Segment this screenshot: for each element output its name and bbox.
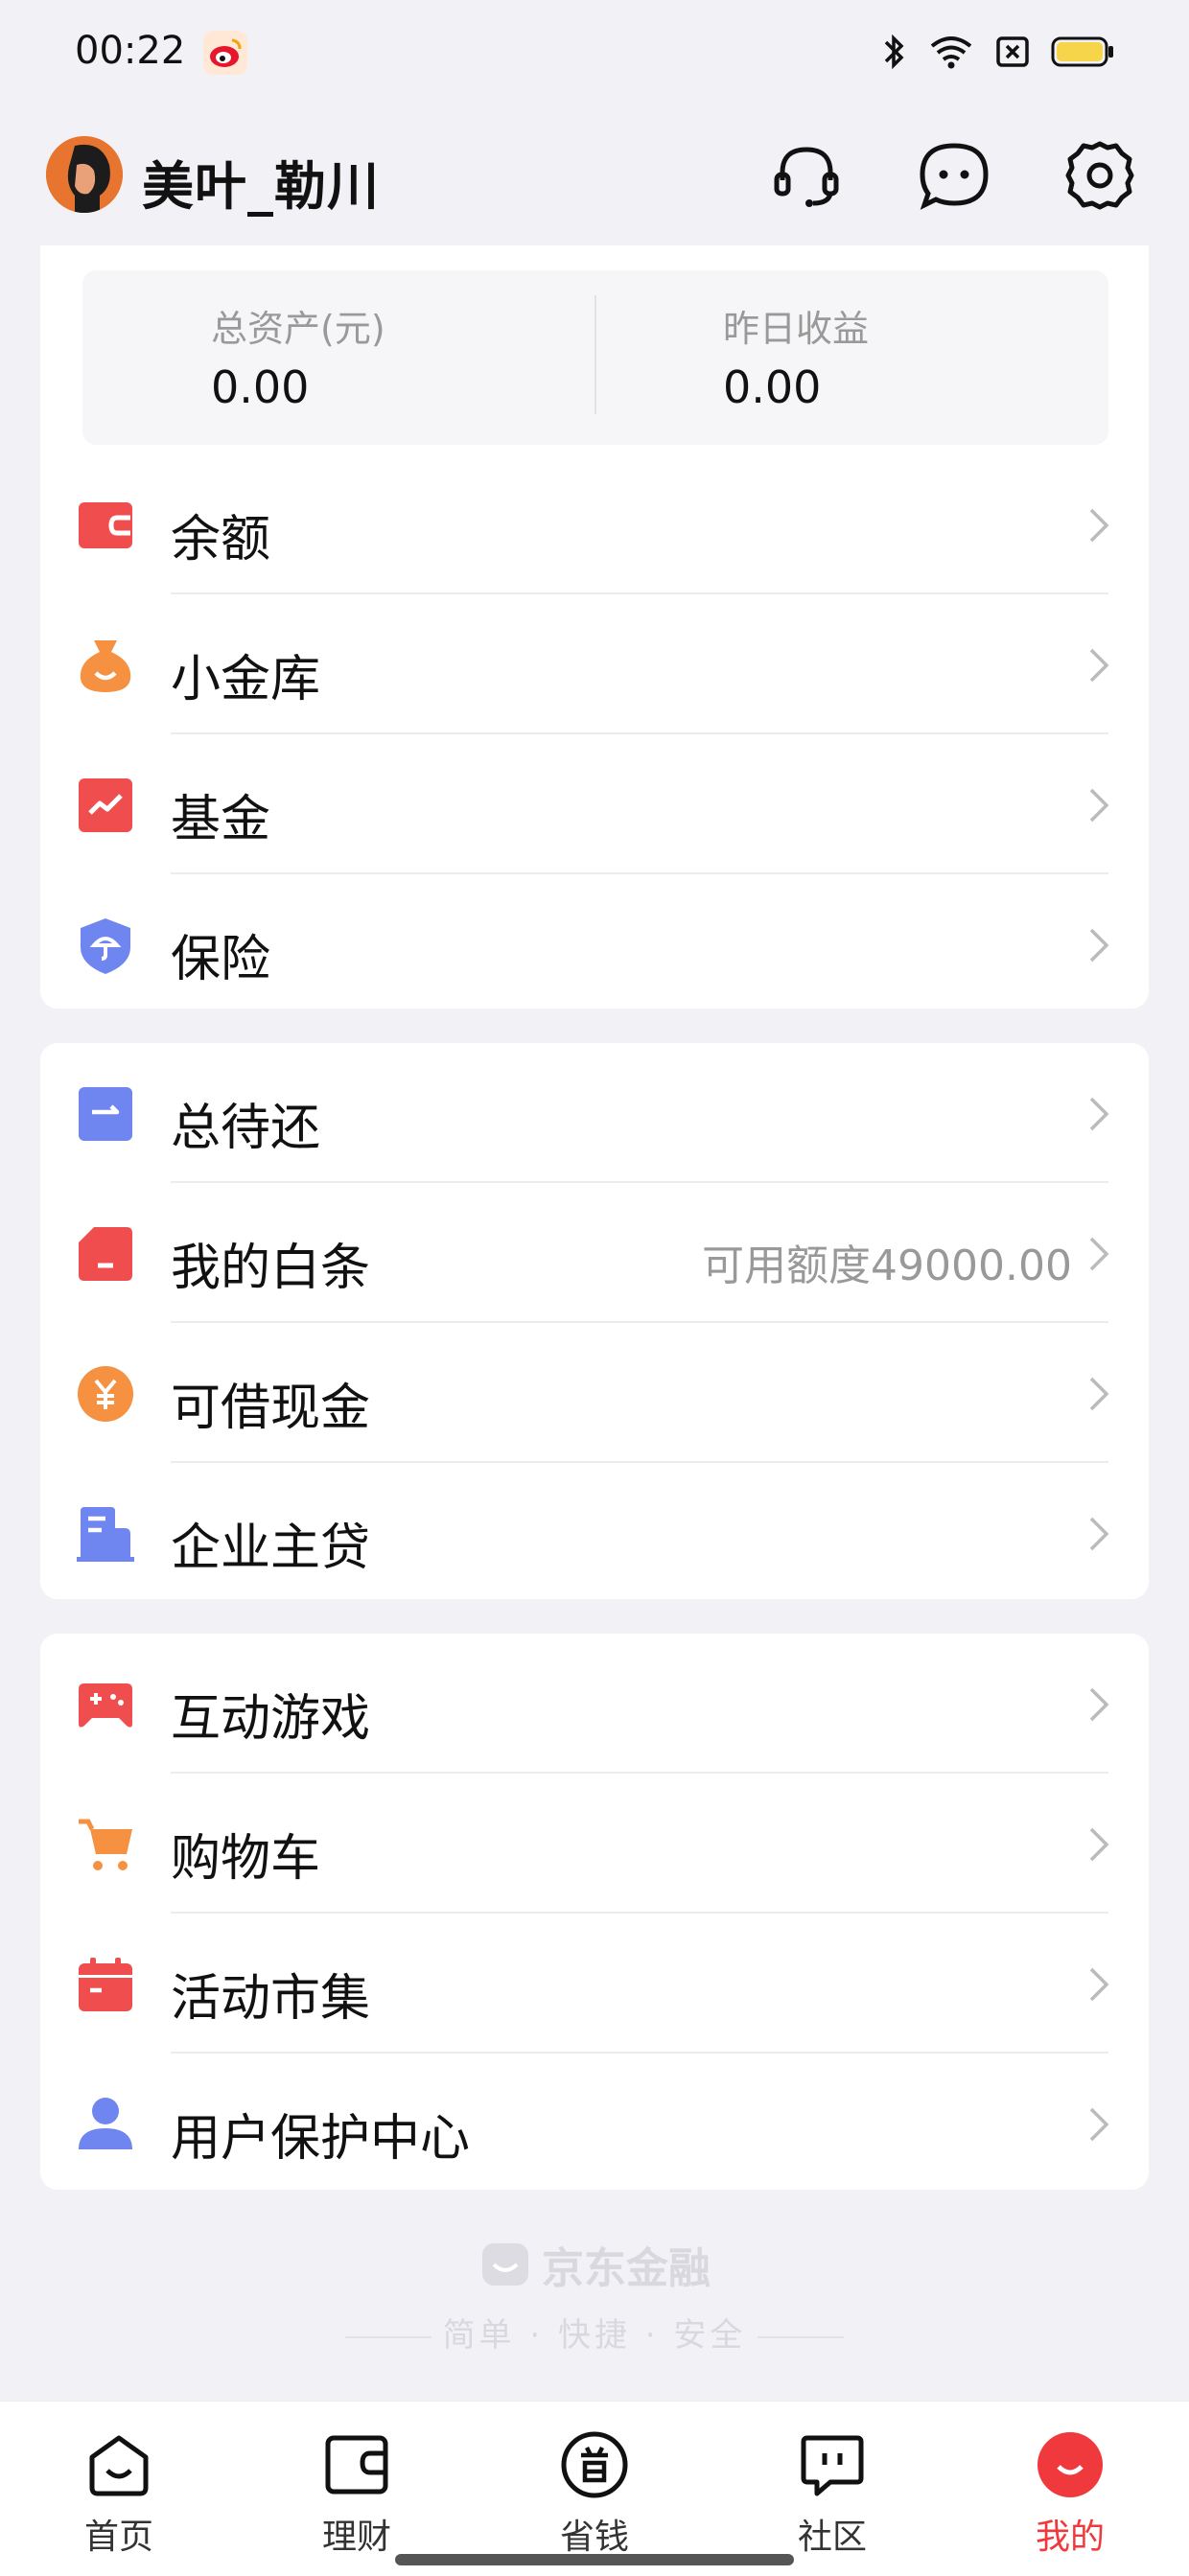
- community-icon: [801, 2435, 864, 2496]
- menu-item-borrow-cash[interactable]: 可借现金: [40, 1323, 1149, 1463]
- menu-item-baitiao[interactable]: 我的白条 可用额度49000.00: [40, 1183, 1149, 1323]
- chevron-right-icon: [1089, 788, 1109, 823]
- save-money-icon: [561, 2431, 628, 2498]
- brand-footer: 京东金融 简单 · 快捷 · 安全: [0, 2234, 1189, 2356]
- total-assets: 总资产(元) 0.00: [211, 299, 385, 413]
- chevron-right-icon: [1089, 1687, 1109, 1722]
- baitiao-card-icon: [79, 1227, 132, 1281]
- gamepad-icon: [79, 1683, 132, 1728]
- cart-icon: [79, 1819, 132, 1870]
- tab-save-money[interactable]: 省钱: [518, 2430, 671, 2559]
- tab-label: 我的: [1035, 2518, 1105, 2557]
- menu-item-games[interactable]: 互动游戏: [40, 1634, 1149, 1774]
- status-bar: 00:22: [0, 0, 1189, 105]
- yesterday-earnings-value: 0.00: [723, 361, 822, 413]
- message-icon[interactable]: [917, 138, 991, 213]
- yuan-coin-icon: [78, 1366, 133, 1422]
- credit-card: 总待还 我的白条 可用额度49000.00 可借现金 企业主贷: [40, 1043, 1149, 1599]
- wallet-icon: [79, 502, 132, 548]
- battery-icon: [1051, 36, 1113, 67]
- bottom-tab-bar: 首页 理财 省钱 社区 我的: [0, 2401, 1189, 2576]
- brand-name: 京东金融: [478, 2234, 711, 2295]
- divider: [758, 2335, 845, 2338]
- services-card: 互动游戏 购物车 活动市集 用户保护中心: [40, 1634, 1149, 2190]
- menu-item-label: 保险: [171, 931, 271, 988]
- menu-item-label: 用户保护中心: [171, 2110, 471, 2168]
- divider: [344, 2335, 431, 2338]
- menu-item-cart[interactable]: 购物车: [40, 1774, 1149, 1914]
- menu-item-balance[interactable]: 余额: [40, 454, 1149, 594]
- chevron-right-icon: [1089, 1967, 1109, 2002]
- menu-item-label: 小金库: [171, 651, 321, 708]
- status-icons: [880, 33, 1114, 71]
- brand-slogan-text: 简单 · 快捷 · 安全: [442, 2316, 747, 2355]
- chevron-right-icon: [1089, 648, 1109, 683]
- building-icon: [77, 1507, 134, 1562]
- menu-item-label: 总待还: [171, 1100, 321, 1157]
- profile-header: 美叶_勒川: [0, 125, 1189, 230]
- user-icon: [79, 2098, 132, 2149]
- headset-icon[interactable]: [769, 138, 844, 213]
- menu-item-total-repay[interactable]: 总待还: [40, 1043, 1149, 1183]
- menu-item-label: 可借现金: [171, 1380, 371, 1437]
- menu-item-label: 互动游戏: [171, 1690, 371, 1748]
- settings-icon[interactable]: [1062, 138, 1137, 213]
- weibo-notification-icon: [203, 31, 247, 75]
- chevron-right-icon: [1089, 2107, 1109, 2142]
- asset-divider: [594, 295, 596, 414]
- repay-icon: [79, 1087, 132, 1141]
- menu-item-fund[interactable]: 基金: [40, 734, 1149, 874]
- shield-umbrella-icon: [81, 918, 130, 974]
- avatar[interactable]: [46, 136, 123, 213]
- no-sim-icon: [996, 36, 1029, 67]
- tab-community[interactable]: 社区: [756, 2430, 909, 2559]
- wallet-tab-icon: [325, 2435, 388, 2495]
- total-assets-label: 总资产(元): [211, 308, 385, 350]
- yesterday-earnings-label: 昨日收益: [723, 308, 870, 350]
- menu-item-label: 活动市集: [171, 1970, 371, 2028]
- status-time: 00:22: [75, 29, 186, 73]
- available-credit: 可用额度49000.00: [702, 1242, 1072, 1290]
- tab-label: 首页: [83, 2518, 153, 2557]
- bluetooth-icon: [884, 34, 904, 70]
- asset-summary[interactable]: 总资产(元) 0.00 昨日收益 0.00: [82, 270, 1108, 445]
- menu-item-insurance[interactable]: 保险: [40, 874, 1149, 1014]
- menu-item-user-protection[interactable]: 用户保护中心: [40, 2054, 1149, 2193]
- yesterday-earnings: 昨日收益 0.00: [723, 299, 869, 413]
- menu-item-label: 我的白条: [171, 1240, 371, 1297]
- chevron-right-icon: [1089, 1827, 1109, 1862]
- username[interactable]: 美叶_勒川: [142, 144, 380, 220]
- fund-chart-icon: [79, 778, 132, 832]
- chevron-right-icon: [1089, 1517, 1109, 1551]
- menu-item-events[interactable]: 活动市集: [40, 1914, 1149, 2054]
- brand-name-text: 京东金融: [542, 2244, 711, 2293]
- profile-icon: [1037, 2432, 1103, 2497]
- total-assets-value: 0.00: [211, 361, 310, 413]
- money-bag-icon: [80, 640, 131, 692]
- calendar-icon: [79, 1958, 132, 2011]
- menu-item-label: 基金: [171, 791, 271, 848]
- chevron-right-icon: [1089, 508, 1109, 543]
- chevron-right-icon: [1089, 928, 1109, 963]
- menu-item-business-loan[interactable]: 企业主贷: [40, 1463, 1149, 1603]
- tab-label: 理财: [321, 2518, 391, 2557]
- tab-wealth[interactable]: 理财: [280, 2430, 433, 2559]
- wifi-icon: [930, 36, 972, 69]
- brand-slogan: 简单 · 快捷 · 安全: [0, 2309, 1189, 2356]
- tab-home[interactable]: 首页: [42, 2430, 196, 2559]
- jd-finance-logo-icon: [482, 2243, 528, 2286]
- menu-item-label: 购物车: [171, 1830, 321, 1888]
- chevron-right-icon: [1089, 1377, 1109, 1411]
- home-indicator[interactable]: [395, 2554, 794, 2565]
- tab-label: 省钱: [559, 2518, 629, 2557]
- wealth-card: 总资产(元) 0.00 昨日收益 0.00 余额 小金库 基金 保险: [40, 245, 1149, 1009]
- home-icon: [89, 2435, 149, 2496]
- menu-item-xiaojinku[interactable]: 小金库: [40, 594, 1149, 734]
- tab-label: 社区: [797, 2518, 867, 2557]
- menu-item-label: 余额: [171, 511, 271, 569]
- tab-mine[interactable]: 我的: [993, 2430, 1147, 2559]
- chevron-right-icon: [1089, 1097, 1109, 1131]
- menu-item-label: 企业主贷: [171, 1520, 371, 1577]
- chevron-right-icon: [1089, 1237, 1109, 1271]
